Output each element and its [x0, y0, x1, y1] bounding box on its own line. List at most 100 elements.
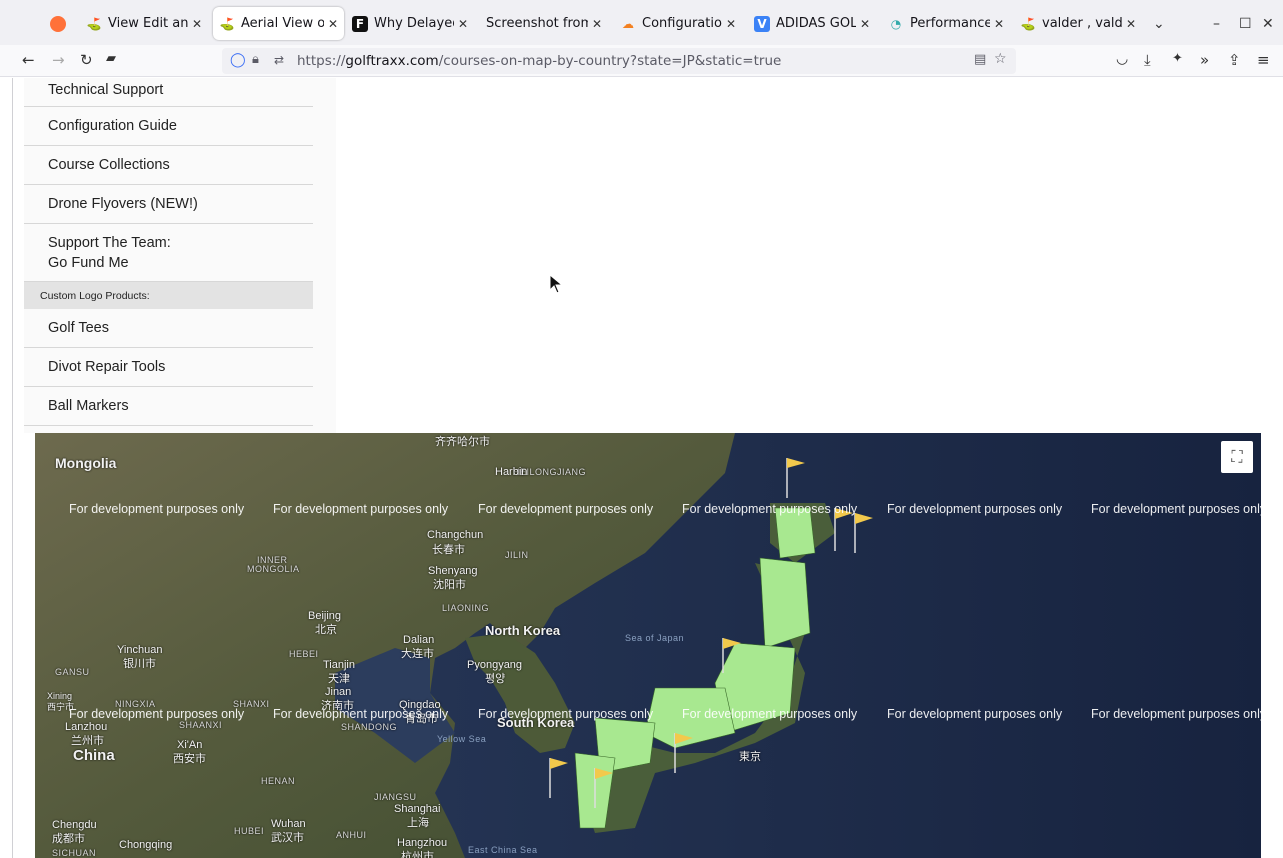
map-label-shandong: SHANDONG — [341, 722, 398, 732]
firefox-icon — [50, 15, 66, 32]
reload-icon[interactable]: ↻ — [80, 51, 93, 69]
tab-strip: ⛳ View Edit and Ac ✕ ⛳ Aerial View of C … — [0, 0, 1283, 45]
map-label-pyongyang-kr: 평양 — [485, 673, 506, 685]
sidebar-item-divot-repair-tools[interactable]: Divot Repair Tools — [24, 348, 313, 387]
browser-window: ⛳ View Edit and Ac ✕ ⛳ Aerial View of C … — [0, 0, 1283, 858]
map-label-changchun: Changchun — [427, 529, 484, 541]
close-icon[interactable]: ✕ — [860, 17, 870, 31]
f-favicon-icon: F — [352, 15, 368, 32]
close-icon[interactable]: ✕ — [726, 17, 736, 31]
share-icon[interactable]: ⇪ — [1228, 51, 1241, 69]
map-label-shenyang-cn: 沈阳市 — [433, 579, 466, 591]
dev-watermark: For development purposes only — [887, 707, 1063, 721]
mouse-cursor-icon — [549, 274, 563, 294]
close-icon[interactable]: ✕ — [328, 17, 338, 31]
lock-icon[interactable]: 🔒︎ — [252, 52, 259, 67]
close-icon[interactable]: ✕ — [458, 17, 468, 31]
map-label-jilin: JILIN — [505, 550, 529, 560]
bookmark-star-icon[interactable]: ☆ — [994, 51, 1007, 67]
back-icon[interactable]: ← — [22, 51, 35, 69]
map-label-harbin: Harbin — [495, 466, 528, 478]
url-bar[interactable]: ◯ 🔒︎ ⇄ https://golftraxx.com/courses-on-… — [222, 48, 1016, 74]
map-label-tianjin-cn: 天津 — [328, 673, 350, 685]
close-icon[interactable]: ✕ — [592, 17, 602, 31]
close-icon[interactable]: ✕ — [1126, 17, 1136, 31]
map-label-gansu: GANSU — [55, 667, 90, 677]
course-map[interactable]: Mongolia China North Korea South Korea H… — [35, 433, 1261, 858]
forward-icon[interactable]: → — [52, 51, 65, 69]
map-label-shaanxi: SHAANXI — [179, 720, 223, 730]
map-label-tokyo: 東京 — [739, 751, 761, 763]
map-label-henan: HENAN — [261, 776, 296, 786]
tab-2[interactable]: F Why Delayed Gc ✕ — [346, 7, 474, 40]
url-text: https://golftraxx.com/courses-on-map-by-… — [297, 53, 781, 69]
sidebar-item-course-collections[interactable]: Course Collections — [24, 146, 313, 185]
golf-favicon-icon: ⛳ — [219, 16, 235, 31]
map-label-yellow-sea: Yellow Sea — [437, 734, 487, 744]
dev-watermark: For development purposes only — [682, 502, 858, 516]
extension-puzzle-icon[interactable]: ✦ — [1172, 51, 1183, 66]
url-prefix: https:// — [297, 53, 346, 69]
map-label-hebei: HEBEI — [289, 649, 319, 659]
fullscreen-button[interactable]: ⛶ — [1221, 441, 1253, 473]
dev-watermark: For development purposes only — [273, 502, 449, 516]
tab-title: ADIDAS GOLF | — [776, 16, 856, 31]
sidebar-item-ball-markers[interactable]: Ball Markers — [24, 387, 313, 426]
tab-3[interactable]: Screenshot from 2( ✕ — [480, 7, 608, 40]
sidebar-item-support-the-team[interactable]: Support The Team: Go Fund Me — [24, 224, 313, 282]
tab-5[interactable]: V ADIDAS GOLF | ✕ — [748, 7, 876, 40]
pocket-icon[interactable]: ◡ — [1116, 51, 1128, 67]
flag-cluster-honshu — [574, 507, 816, 829]
tab-1[interactable]: ⛳ Aerial View of C ✕ — [213, 7, 344, 40]
sidebar-item-label: Golf Tees — [48, 320, 109, 336]
maximize-icon[interactable]: ☐ — [1239, 16, 1252, 32]
reader-view-icon[interactable]: ▤ — [974, 52, 986, 67]
tab-7[interactable]: ⛳ valder , valder S ✕ — [1014, 7, 1142, 40]
dev-watermark: For development purposes only — [478, 502, 654, 516]
tab-title: View Edit and Ac — [108, 16, 188, 31]
tab-title: Why Delayed Gc — [374, 16, 454, 31]
tab-6[interactable]: ◔ Performance ✕ — [882, 7, 1010, 40]
window-close-icon[interactable]: ✕ — [1262, 16, 1274, 32]
minimize-icon[interactable]: – — [1213, 16, 1220, 32]
dev-watermark: For development purposes only — [1091, 707, 1261, 721]
dev-watermark: For development purposes only — [1091, 502, 1261, 516]
extension-icon[interactable]: ▰ — [106, 51, 116, 66]
fullscreen-icon: ⛶ — [1231, 447, 1243, 466]
close-icon[interactable]: ✕ — [994, 17, 1004, 31]
dev-watermark: For development purposes only — [682, 707, 858, 721]
shield-icon[interactable]: ◯ — [230, 52, 246, 68]
tab-4[interactable]: ☁ Configuration | ✕ — [614, 7, 742, 40]
firefox-menu-button[interactable] — [44, 7, 72, 40]
v-favicon-icon: V — [754, 15, 770, 32]
dev-watermark: For development purposes only — [69, 502, 245, 516]
overflow-chevron-icon[interactable]: » — [1200, 51, 1209, 69]
map-label-china: China — [73, 747, 115, 764]
map-label-anhui: ANHUI — [336, 830, 367, 840]
permissions-icon[interactable]: ⇄ — [274, 53, 284, 67]
url-domain: golftraxx.com — [345, 53, 439, 69]
course-markers — [549, 458, 873, 829]
sidebar-item-label: Configuration Guide — [48, 118, 177, 134]
map-label-inner-mongolia-2: MONGOLIA — [247, 564, 300, 574]
map-label-jiangsu: JIANGSU — [374, 792, 417, 802]
map-label-north-korea: North Korea — [485, 623, 561, 638]
downloads-icon[interactable]: ⤓ — [1144, 51, 1151, 69]
dev-watermark: For development purposes only — [887, 502, 1063, 516]
map-label-liaoning: LIAONING — [442, 603, 490, 613]
tab-title: Performance — [910, 16, 990, 31]
hamburger-menu-icon[interactable]: ≡ — [1257, 51, 1270, 69]
sidebar-item-configuration-guide[interactable]: Configuration Guide — [24, 107, 313, 146]
tab-0[interactable]: ⛳ View Edit and Ac ✕ — [80, 7, 208, 40]
close-icon[interactable]: ✕ — [192, 17, 202, 31]
map-label-shanghai-cn: 上海 — [407, 817, 429, 829]
map-label-hangzhou-cn: 杭州市 — [401, 851, 434, 858]
sidebar-item-golf-tees[interactable]: Golf Tees — [24, 309, 313, 348]
url-path: /courses-on-map-by-country?state=JP&stat… — [438, 53, 782, 69]
sidebar-item-technical-support[interactable]: Technical Support — [24, 78, 313, 107]
sidebar-item-label: Divot Repair Tools — [48, 359, 166, 375]
tab-title: Screenshot from 2( — [486, 16, 588, 31]
tab-list-chevron-icon[interactable]: ⌄ — [1153, 16, 1165, 32]
tab-title: valder , valder S — [1042, 16, 1122, 31]
sidebar-item-drone-flyovers[interactable]: Drone Flyovers (NEW!) — [24, 185, 313, 224]
